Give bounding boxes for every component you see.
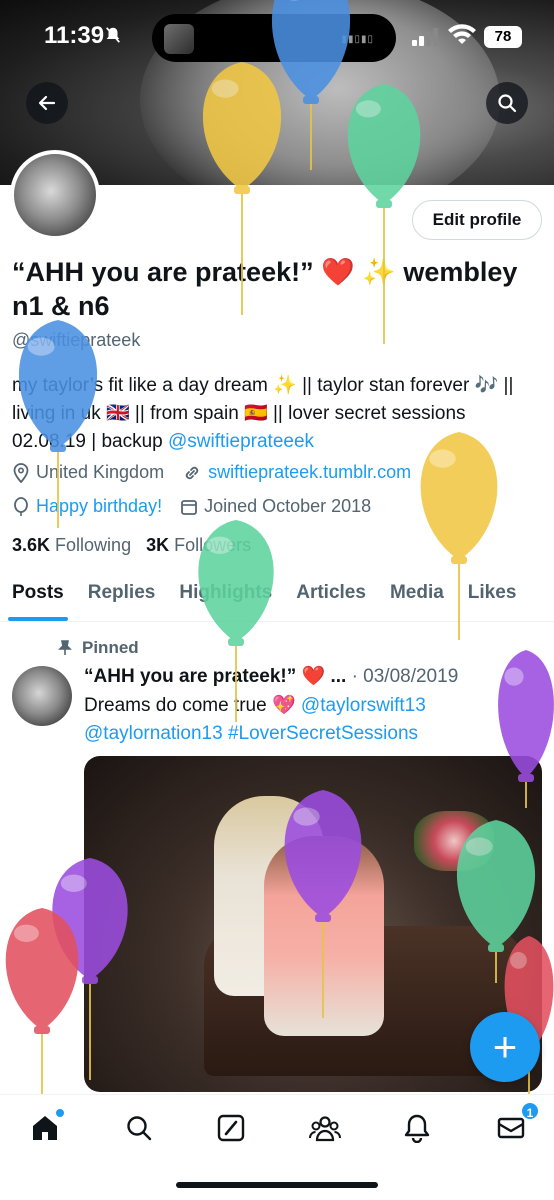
location-text: United Kingdom: [36, 462, 165, 482]
home-icon: [33, 1116, 57, 1140]
post-date[interactable]: · 03/08/2019: [352, 666, 459, 687]
joined-text: Joined October 2018: [204, 496, 372, 516]
pinned-label: Pinned: [82, 638, 139, 657]
tab-media[interactable]: Media: [378, 570, 456, 621]
search-icon: [498, 94, 517, 113]
post-text: Dreams do come true 💖 @taylorswift13 @ta…: [84, 692, 544, 748]
pinned-indicator: Pinned: [58, 638, 139, 658]
home-notification-dot: [56, 1109, 64, 1117]
followers-label: Followers: [174, 535, 252, 555]
post-avatar[interactable]: [12, 666, 72, 726]
hashtag-link[interactable]: #LoverSecretSessions: [228, 723, 418, 744]
mention-taylorswift13[interactable]: @taylorswift13: [301, 695, 426, 716]
bio-mention-link[interactable]: @swiftieprateeek: [168, 431, 314, 452]
nav-notifications[interactable]: [400, 1111, 434, 1145]
nav-communities[interactable]: [308, 1111, 342, 1145]
search-icon: [127, 1116, 152, 1141]
post-header: “AHH you are prateek!” ❤️ ... · 03/08/20…: [84, 664, 458, 688]
followers-stat[interactable]: 3K Followers: [146, 535, 251, 555]
photo-person-2: [264, 836, 384, 1036]
profile-avatar[interactable]: [10, 150, 100, 240]
communities-icon: [309, 1116, 341, 1142]
battery-indicator: 78: [484, 26, 522, 48]
profile-meta-row-1: United Kingdom swiftieprateek.tumblr.com: [12, 462, 429, 483]
pin-icon: [58, 640, 72, 655]
back-arrow-icon: [38, 95, 56, 111]
signal-icon: [412, 28, 438, 46]
grok-icon: [217, 1114, 245, 1142]
status-bar: 11:39 ▮▮▯▮▯ 78: [0, 0, 554, 70]
profile-meta-row-2: Happy birthday! Joined October 2018: [12, 496, 389, 517]
edit-profile-button[interactable]: Edit profile: [412, 200, 542, 240]
silent-bell-icon: [106, 27, 120, 43]
nav-explore[interactable]: [122, 1111, 156, 1145]
mention-taylornation13[interactable]: @taylornation13: [84, 723, 223, 744]
birthday-link[interactable]: Happy birthday!: [36, 496, 162, 517]
now-playing-artwork: [164, 24, 194, 54]
profile-bio: my taylor’s fit like a day dream ✨ || ta…: [12, 372, 542, 456]
nav-messages[interactable]: 1: [494, 1101, 540, 1145]
tab-posts[interactable]: Posts: [0, 570, 76, 621]
profile-tabs: Posts Replies Highlights Articles Media …: [0, 570, 554, 622]
link-icon: [185, 466, 199, 479]
plus-icon: +: [492, 1023, 518, 1070]
tab-likes[interactable]: Likes: [456, 570, 529, 621]
follow-stats: 3.6K Following 3K Followers: [12, 535, 251, 556]
bell-icon: [404, 1114, 430, 1143]
following-stat[interactable]: 3.6K Following: [12, 535, 131, 555]
messages-badge: 1: [520, 1101, 540, 1121]
search-button[interactable]: [486, 82, 528, 124]
wifi-icon: [448, 24, 476, 44]
website-link[interactable]: swiftieprateek.tumblr.com: [208, 462, 411, 483]
following-count: 3.6K: [12, 535, 51, 555]
post-body: Dreams do come true 💖: [84, 695, 301, 716]
status-time: 11:39: [44, 22, 105, 49]
dynamic-island[interactable]: ▮▮▯▮▯: [152, 14, 396, 62]
home-indicator: [176, 1182, 378, 1188]
balloon-icon: [14, 496, 28, 516]
tab-articles[interactable]: Articles: [284, 570, 378, 621]
tab-replies[interactable]: Replies: [76, 570, 168, 621]
location-pin-icon: [13, 462, 29, 483]
balloon: [0, 906, 94, 1110]
followers-count: 3K: [146, 535, 170, 555]
birthday-item[interactable]: Happy birthday!: [12, 496, 162, 517]
nav-home[interactable]: [28, 1109, 64, 1145]
calendar-icon: [181, 499, 197, 515]
back-button[interactable]: [26, 82, 68, 124]
mail-icon: [497, 1117, 525, 1139]
nav-grok[interactable]: [214, 1111, 248, 1145]
profile-handle: @swiftieprateek: [12, 330, 141, 350]
website-item[interactable]: swiftieprateek.tumblr.com: [182, 462, 411, 483]
photo-flowers: [414, 811, 494, 871]
post-author-name[interactable]: “AHH you are prateek!” ❤️ ...: [84, 666, 346, 687]
joined-item: Joined October 2018: [180, 496, 371, 517]
compose-post-button[interactable]: +: [470, 1012, 540, 1082]
tab-highlights[interactable]: Highlights: [167, 570, 284, 621]
display-name: “AHH you are prateek!” ❤️ ✨ wembley n1 &…: [12, 257, 518, 321]
location-item: United Kingdom: [12, 462, 164, 483]
audio-wave-icon: ▮▮▯▮▯: [341, 34, 374, 45]
following-label: Following: [55, 535, 132, 555]
